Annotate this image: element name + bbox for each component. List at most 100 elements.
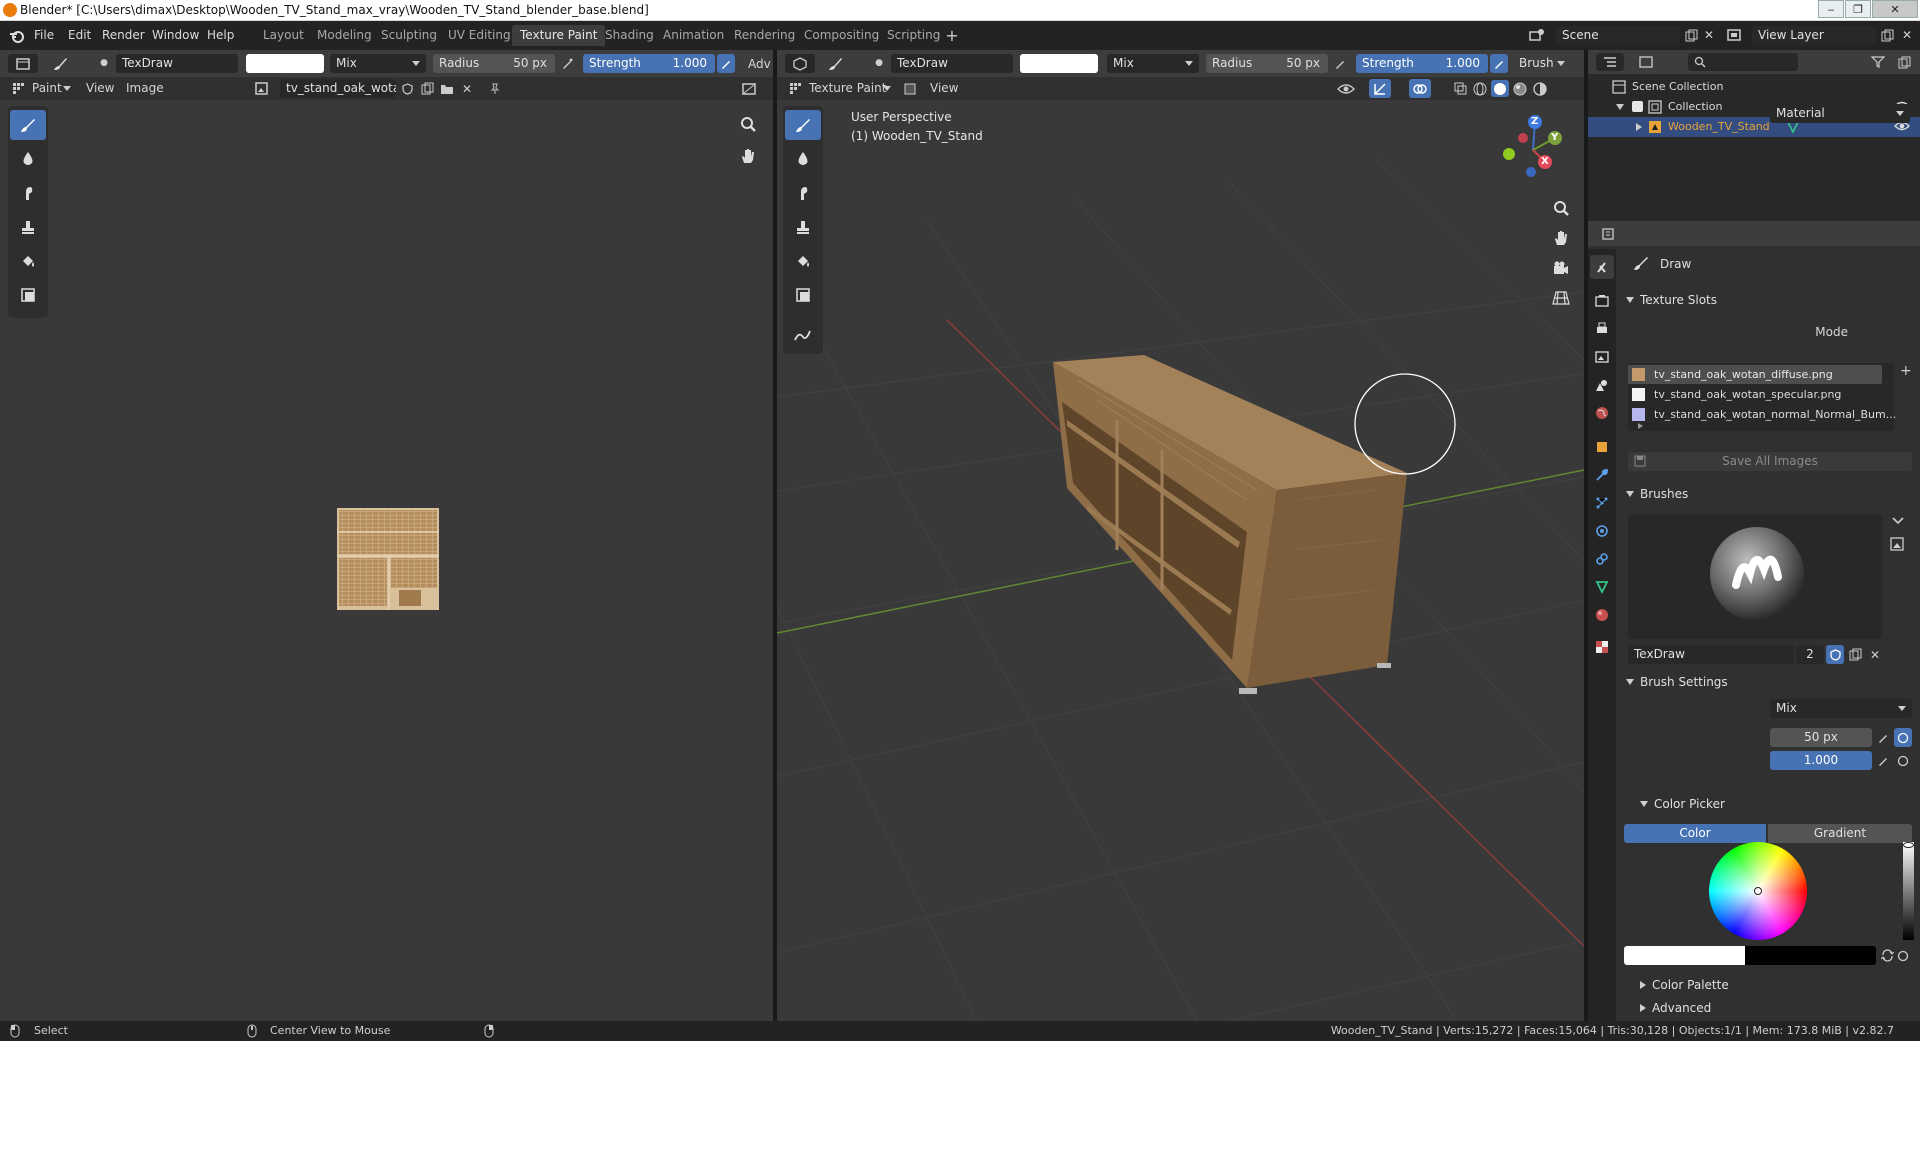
viewport-smear-tool-button[interactable] bbox=[785, 178, 821, 208]
tab-world[interactable] bbox=[1590, 401, 1614, 425]
image-editor-image-menu[interactable]: Image bbox=[126, 81, 164, 95]
save-all-images-button[interactable]: Save All Images bbox=[1628, 452, 1912, 471]
zoom-view-icon[interactable] bbox=[736, 112, 760, 136]
radius-pen-pressure-icon[interactable] bbox=[1874, 728, 1892, 747]
gradient-tab[interactable]: Gradient bbox=[1768, 824, 1912, 843]
viewport-brush-color-swatch[interactable] bbox=[1020, 54, 1098, 73]
viewport-soften-tool-button[interactable] bbox=[785, 144, 821, 174]
color-wheel-cursor[interactable] bbox=[1754, 887, 1762, 895]
tab-output[interactable] bbox=[1590, 317, 1614, 341]
image-display-channels-icon[interactable] bbox=[736, 80, 764, 97]
viewport-brush-menu[interactable]: Brush bbox=[1513, 54, 1571, 73]
properties-editor-type-icon[interactable] bbox=[1596, 225, 1624, 243]
tab-layout[interactable]: Layout bbox=[255, 25, 312, 46]
new-collection-icon[interactable] bbox=[1894, 53, 1914, 71]
tab-compositing[interactable]: Compositing bbox=[796, 25, 887, 46]
annotate-tool-button[interactable] bbox=[785, 320, 821, 350]
pin-icon[interactable] bbox=[486, 80, 504, 97]
perspective-toggle-grid-icon[interactable] bbox=[1549, 286, 1573, 310]
viewport-clone-tool-button[interactable] bbox=[785, 212, 821, 242]
new-scene-icon[interactable] bbox=[1682, 26, 1700, 44]
image-editor-area[interactable] bbox=[0, 100, 773, 1021]
brush-icon-browse-icon[interactable] bbox=[1890, 537, 1904, 551]
gizmo-toggle-icon[interactable] bbox=[1369, 79, 1391, 98]
viewport-editor-type-icon[interactable] bbox=[785, 54, 815, 73]
texture-slot-mode-dropdown[interactable]: Material bbox=[1770, 104, 1910, 123]
outliner-editor-type-icon[interactable] bbox=[1596, 53, 1624, 71]
viewport-radius-pressure-icon[interactable] bbox=[1331, 54, 1349, 73]
viewport-fill-tool-button[interactable] bbox=[785, 246, 821, 276]
wooden-tv-stand-model[interactable] bbox=[1053, 355, 1407, 694]
open-image-folder-icon[interactable] bbox=[438, 80, 456, 97]
add-workspace-icon[interactable]: + bbox=[944, 26, 960, 45]
strength-pen-pressure-icon[interactable] bbox=[1874, 751, 1892, 770]
clone-tool-button[interactable] bbox=[10, 212, 46, 242]
tab-uv-editing[interactable]: UV Editing bbox=[440, 25, 519, 46]
tab-animation[interactable]: Animation bbox=[655, 25, 732, 46]
close-window-button[interactable]: ✕ bbox=[1872, 0, 1918, 18]
camera-view-icon[interactable] bbox=[1549, 256, 1573, 280]
brushes-panel-header[interactable]: Brushes bbox=[1620, 483, 1916, 505]
brush-blend-dropdown[interactable]: Mix bbox=[1770, 699, 1912, 718]
value-slider[interactable] bbox=[1903, 842, 1914, 940]
viewport-mask-tool-button[interactable] bbox=[785, 280, 821, 310]
tab-texture-paint[interactable]: Texture Paint bbox=[512, 25, 606, 46]
brush-color-swatch[interactable] bbox=[246, 54, 324, 73]
remove-view-layer-icon[interactable]: ✕ bbox=[1898, 26, 1916, 44]
texture-image-preview[interactable] bbox=[337, 508, 439, 610]
filter-funnel-icon[interactable] bbox=[1864, 53, 1892, 71]
collection-checkbox[interactable] bbox=[1632, 101, 1643, 112]
display-mode-icon[interactable] bbox=[1632, 53, 1660, 71]
tab-constraints[interactable] bbox=[1590, 547, 1614, 571]
3d-viewport[interactable]: User Perspective (1) Wooden_TV_Stand Z Y… bbox=[777, 100, 1584, 1021]
color-picker-subpanel-header[interactable]: Color Picker bbox=[1634, 793, 1920, 815]
outliner-search-input[interactable] bbox=[1688, 53, 1798, 71]
viewport-strength-pressure-icon[interactable] bbox=[1490, 54, 1508, 73]
unlink-brush-icon[interactable]: ✕ bbox=[1866, 645, 1884, 664]
collection-expand-arrow-icon[interactable] bbox=[1616, 104, 1624, 110]
tab-modifiers[interactable] bbox=[1590, 463, 1614, 487]
material-preview-icon[interactable] bbox=[1511, 80, 1529, 97]
editor-type-icon[interactable] bbox=[8, 54, 38, 73]
texture-slot-item-normal[interactable]: tv_stand_oak_wotan_normal_Normal_Bum... bbox=[1628, 405, 1896, 424]
brush-preview-box[interactable] bbox=[1628, 515, 1882, 639]
viewport-blend-mode-dropdown[interactable]: Mix bbox=[1107, 54, 1199, 73]
mask-toggle-icon[interactable] bbox=[901, 80, 919, 97]
brush-fake-user-shield-icon[interactable] bbox=[1826, 645, 1844, 664]
advanced-subpanel-header[interactable]: Advanced bbox=[1634, 997, 1920, 1019]
color-pressure-icon[interactable] bbox=[1894, 946, 1912, 965]
color-wheel[interactable] bbox=[1709, 842, 1807, 940]
viewport-draw-tool-button[interactable] bbox=[785, 110, 821, 140]
advanced-menu[interactable]: Adv bbox=[748, 57, 771, 71]
strength-lock-icon[interactable] bbox=[1894, 751, 1912, 770]
texture-slot-item-diffuse[interactable]: tv_stand_oak_wotan_diffuse.png bbox=[1628, 365, 1882, 384]
color-swatch-primary-secondary[interactable] bbox=[1624, 946, 1876, 965]
menu-edit[interactable]: Edit bbox=[68, 28, 91, 42]
tab-object-data[interactable] bbox=[1590, 575, 1614, 599]
tab-view-layer[interactable] bbox=[1590, 345, 1614, 369]
tab-material[interactable] bbox=[1590, 603, 1614, 627]
list-expand-arrow-icon[interactable] bbox=[1638, 423, 1643, 429]
object-expand-arrow-icon[interactable] bbox=[1636, 123, 1642, 131]
wireframe-shading-icon[interactable] bbox=[1471, 80, 1489, 97]
overlays-toggle-icon[interactable] bbox=[1409, 79, 1431, 98]
outliner-row-scene-collection[interactable]: Scene Collection bbox=[1588, 77, 1920, 97]
image-browse-icon[interactable] bbox=[250, 80, 276, 97]
tab-object[interactable] bbox=[1590, 435, 1614, 459]
brush-strength-slider[interactable]: 1.000 bbox=[1770, 751, 1872, 770]
viewport-mode-dropdown[interactable]: Texture Paint bbox=[809, 81, 886, 95]
menu-help[interactable]: Help bbox=[207, 28, 234, 42]
viewport-pan-hand-icon[interactable] bbox=[1549, 226, 1573, 250]
duplicate-brush-icon[interactable] bbox=[1846, 645, 1864, 664]
scene-selector-icon[interactable] bbox=[1526, 26, 1548, 44]
image-name-field[interactable]: tv_stand_oak_wotan... bbox=[280, 79, 396, 98]
radius-pressure-icon[interactable] bbox=[558, 54, 576, 73]
viewport-view-menu[interactable]: View bbox=[930, 81, 958, 95]
tab-scripting[interactable]: Scripting bbox=[879, 25, 948, 46]
tab-rendering[interactable]: Rendering bbox=[726, 25, 803, 46]
tab-shading[interactable]: Shading bbox=[597, 25, 662, 46]
fake-user-shield-icon[interactable] bbox=[398, 80, 416, 97]
viewport-radius-slider[interactable]: Radius 50 px bbox=[1206, 54, 1328, 73]
tab-sculpting[interactable]: Sculpting bbox=[373, 25, 445, 46]
solid-shading-icon[interactable] bbox=[1491, 80, 1509, 97]
